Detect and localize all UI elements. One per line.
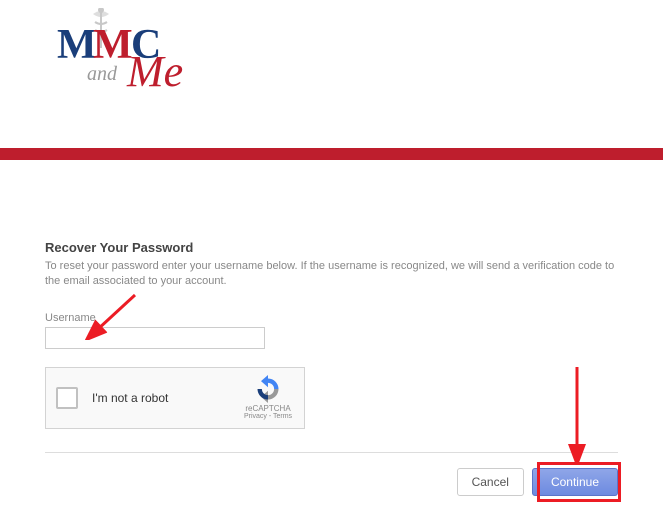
recaptcha-widget: I'm not a robot reCAPTCHA Privacy - Term… — [45, 367, 305, 429]
brand-logo: M M C and Me — [45, 8, 210, 98]
page-description: To reset your password enter your userna… — [45, 259, 618, 290]
recaptcha-brand: reCAPTCHA — [245, 404, 290, 413]
recaptcha-label: I'm not a robot — [92, 391, 242, 405]
svg-text:and: and — [87, 63, 118, 85]
username-input[interactable] — [45, 327, 265, 349]
footer-divider — [45, 452, 618, 453]
continue-button[interactable]: Continue — [532, 468, 618, 496]
svg-text:M: M — [57, 22, 97, 68]
recaptcha-icon — [254, 375, 282, 403]
username-label: Username — [45, 312, 618, 324]
recaptcha-badge: reCAPTCHA Privacy - Terms — [242, 375, 294, 420]
header-divider-bar — [0, 148, 663, 160]
page-heading: Recover Your Password — [45, 240, 618, 255]
svg-text:Me: Me — [126, 47, 183, 96]
cancel-button[interactable]: Cancel — [457, 468, 524, 496]
recaptcha-links: Privacy - Terms — [244, 413, 292, 420]
recaptcha-checkbox[interactable] — [56, 387, 78, 409]
